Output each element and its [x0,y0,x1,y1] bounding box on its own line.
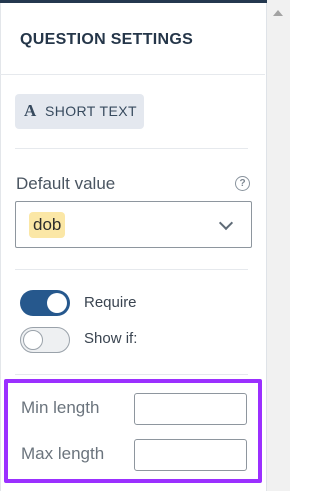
default-value-label: Default value [16,174,116,193]
section-divider [15,148,248,149]
question-type-chip[interactable]: A SHORT TEXT [15,94,144,129]
require-toggle[interactable] [20,290,70,316]
toggle-knob [23,330,43,350]
show-if-label: Show if: [84,330,138,347]
variable-token: dob [29,212,66,238]
chevron-down-icon[interactable] [218,215,234,231]
scrollbar[interactable] [267,0,290,491]
min-length-label: Min length [21,398,100,417]
require-label: Require [84,294,137,311]
question-type-label: SHORT TEXT [45,103,137,119]
show-if-toggle[interactable] [20,327,70,353]
panel-title: QUESTION SETTINGS [20,31,194,48]
max-length-input[interactable] [134,439,247,471]
section-divider [15,269,248,270]
min-length-input[interactable] [134,393,247,425]
text-type-icon: A [24,101,37,120]
help-circle-icon[interactable]: ? [235,176,250,191]
scroll-up-icon[interactable] [273,10,283,16]
toggle-knob [47,293,67,313]
section-divider [15,374,248,375]
title-divider [0,74,265,75]
max-length-label: Max length [21,444,105,463]
default-value-select[interactable]: dob [15,201,252,248]
